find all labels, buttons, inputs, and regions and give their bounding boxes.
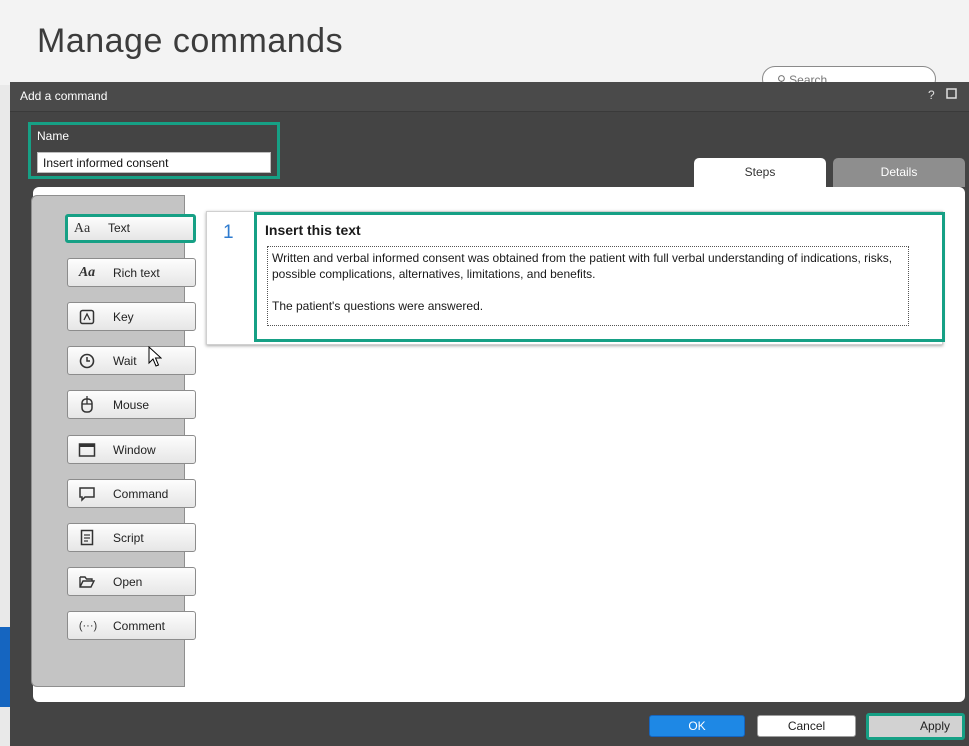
step-type-label: Comment <box>113 619 166 633</box>
maximize-button[interactable] <box>946 88 957 102</box>
apply-button[interactable]: Apply <box>866 713 965 740</box>
page-title: Manage commands <box>37 22 344 60</box>
dialog-title: Add a command <box>20 89 108 103</box>
maximize-icon <box>946 88 957 99</box>
text-aa-icon: Aa <box>73 221 91 236</box>
script-icon <box>78 529 96 547</box>
speech-bubble-icon <box>78 485 96 503</box>
step-type-label: Script <box>113 531 144 545</box>
step-type-label: Command <box>113 487 169 501</box>
tab-steps[interactable]: Steps <box>694 158 826 187</box>
ok-button[interactable]: OK <box>649 715 745 737</box>
clock-icon <box>78 352 96 370</box>
add-rich-text-step-button[interactable]: Aa Rich text <box>67 258 196 287</box>
window-icon <box>78 441 96 459</box>
step-type-label: Rich text <box>113 266 160 280</box>
folder-open-icon <box>78 573 96 591</box>
mouse-cursor-icon <box>148 345 163 373</box>
step-type-label: Wait <box>113 354 137 368</box>
step-number: 1 <box>223 222 234 243</box>
add-wait-step-button[interactable]: Wait <box>67 346 196 375</box>
name-field[interactable] <box>37 152 271 173</box>
step-type-label: Key <box>113 310 134 324</box>
cancel-button[interactable]: Cancel <box>757 715 856 737</box>
add-key-step-button[interactable]: Key <box>67 302 196 331</box>
add-mouse-step-button[interactable]: Mouse <box>67 390 196 419</box>
rich-text-aa-icon: Aa <box>78 265 96 280</box>
step-type-label: Mouse <box>113 398 150 412</box>
help-button[interactable]: ? <box>928 88 935 102</box>
mouse-icon <box>78 396 96 414</box>
step-type-label: Open <box>113 575 143 589</box>
name-label: Name <box>37 129 70 143</box>
add-open-step-button[interactable]: Open <box>67 567 196 596</box>
tab-details[interactable]: Details <box>833 158 965 187</box>
add-script-step-button[interactable]: Script <box>67 523 196 552</box>
step-text-editor[interactable]: Written and verbal informed consent was … <box>267 246 909 326</box>
add-window-step-button[interactable]: Window <box>67 435 196 464</box>
step-type-label: Window <box>113 443 156 457</box>
add-command-dialog: Add a command ? Name Steps Details Aa Te… <box>10 82 969 746</box>
add-command-step-button[interactable]: Command <box>67 479 196 508</box>
add-comment-step-button[interactable]: (···) Comment <box>67 611 196 640</box>
name-group: Name <box>28 122 280 179</box>
add-text-step-button[interactable]: Aa Text <box>65 214 196 243</box>
key-icon <box>78 308 96 326</box>
dialog-titlebar: Add a command ? <box>10 82 969 112</box>
step-title: Insert this text <box>265 222 361 238</box>
background-blue-strip <box>0 627 10 707</box>
step-type-label: Text <box>108 221 131 235</box>
comment-ellipsis-icon: (···) <box>78 620 98 632</box>
